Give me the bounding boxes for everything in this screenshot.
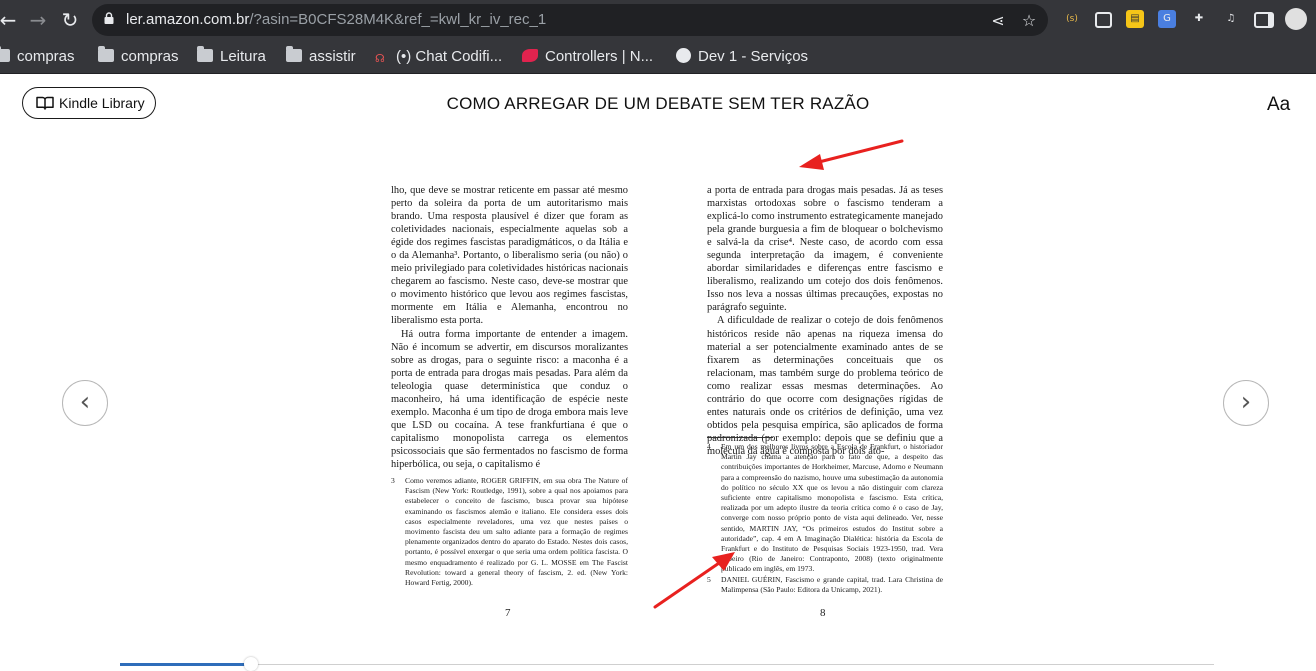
folder-icon	[0, 46, 10, 62]
address-bar[interactable]: ler.amazon.com.br/?asin=B0CFS28M4K&ref_=…	[92, 4, 1048, 36]
reader-header: Kindle Library COMO ARREGAR DE UM DEBATE…	[0, 74, 1316, 134]
right-page-body: a porta de entrada para drogas mais pesa…	[707, 184, 943, 458]
share-icon[interactable]: ⋖	[989, 12, 1007, 30]
lock-icon	[104, 12, 114, 24]
star-icon[interactable]: ☆	[1020, 12, 1038, 30]
window-icon[interactable]	[1095, 12, 1112, 28]
note-icon[interactable]: ▤	[1126, 10, 1144, 28]
bookmark-controllers[interactable]: Controllers | N...	[522, 47, 653, 67]
browser-toolbar: ← → ↻ ler.amazon.com.br/?asin=B0CFS28M4K…	[0, 0, 1316, 40]
page-number: 7	[505, 607, 511, 619]
footnote: 5 DANIEL GUÉRIN, Fascismo e grande capita…	[707, 574, 943, 594]
left-page-footnotes: 3 Como veremos adiante, ROGER GRIFFIN, em…	[391, 476, 628, 588]
bookmarks-bar: compras compras Leitura assistir ☊ (•) Ch…	[0, 40, 1316, 74]
next-page-button[interactable]: ›	[1223, 380, 1269, 426]
previous-page-button[interactable]: ‹	[62, 380, 108, 426]
reading-progress-track[interactable]	[120, 664, 1214, 665]
bookmark-dev[interactable]: Dev 1 - Serviços	[676, 47, 808, 67]
nest-icon	[522, 49, 538, 62]
sidepanel-icon[interactable]	[1254, 12, 1274, 28]
folder-icon	[286, 46, 302, 62]
folder-icon	[197, 46, 213, 62]
reading-progress-fill	[120, 663, 251, 666]
footnote-divider	[707, 437, 773, 438]
bookmark-chat[interactable]: ☊ (•) Chat Codifi...	[375, 47, 502, 67]
puzzle-icon[interactable]: ✚	[1190, 10, 1208, 28]
url-text: ler.amazon.com.br/?asin=B0CFS28M4K&ref_=…	[126, 11, 547, 28]
folder-icon	[98, 46, 114, 62]
bookmark-compras-2[interactable]: compras	[98, 46, 179, 67]
paragraph: lho, que deve se mostrar reticente em pa…	[391, 185, 628, 327]
reading-progress-handle[interactable]	[244, 657, 258, 671]
reload-icon[interactable]: ↻	[58, 8, 82, 32]
red-arrow-annotation	[799, 139, 904, 170]
translate-icon[interactable]: G	[1158, 10, 1176, 28]
globe-icon	[676, 48, 691, 63]
footnote: 3 Como veremos adiante, ROGER GRIFFIN, em…	[391, 476, 628, 588]
avatar[interactable]	[1285, 8, 1307, 30]
media-icon[interactable]: ♫	[1222, 10, 1240, 28]
left-page-body: lho, que deve se mostrar reticente em pa…	[391, 184, 628, 471]
book-title: COMO ARREGAR DE UM DEBATE SEM TER RAZÃO	[446, 94, 870, 113]
footnote: 4 Em um dos melhores livros sobre a Escol…	[707, 442, 943, 574]
paragraph: a porta de entrada para drogas mais pesa…	[707, 185, 943, 314]
arrow-left-icon[interactable]: ←	[0, 8, 20, 32]
bookmark-assistir[interactable]: assistir	[286, 46, 356, 67]
paragraph: Há outra forma importante de entender a …	[391, 328, 628, 470]
bookmark-compras-1[interactable]: compras	[0, 46, 75, 67]
extension-s-icon[interactable]: (s)	[1063, 10, 1081, 28]
arrow-right-icon[interactable]: →	[26, 8, 50, 32]
font-settings-button[interactable]: Aa	[1267, 94, 1290, 116]
right-page-footnotes: 4 Em um dos melhores livros sobre a Escol…	[707, 442, 943, 595]
chat-icon: ☊	[375, 53, 385, 65]
page-number: 8	[820, 607, 826, 619]
bookmark-leitura[interactable]: Leitura	[197, 46, 266, 67]
